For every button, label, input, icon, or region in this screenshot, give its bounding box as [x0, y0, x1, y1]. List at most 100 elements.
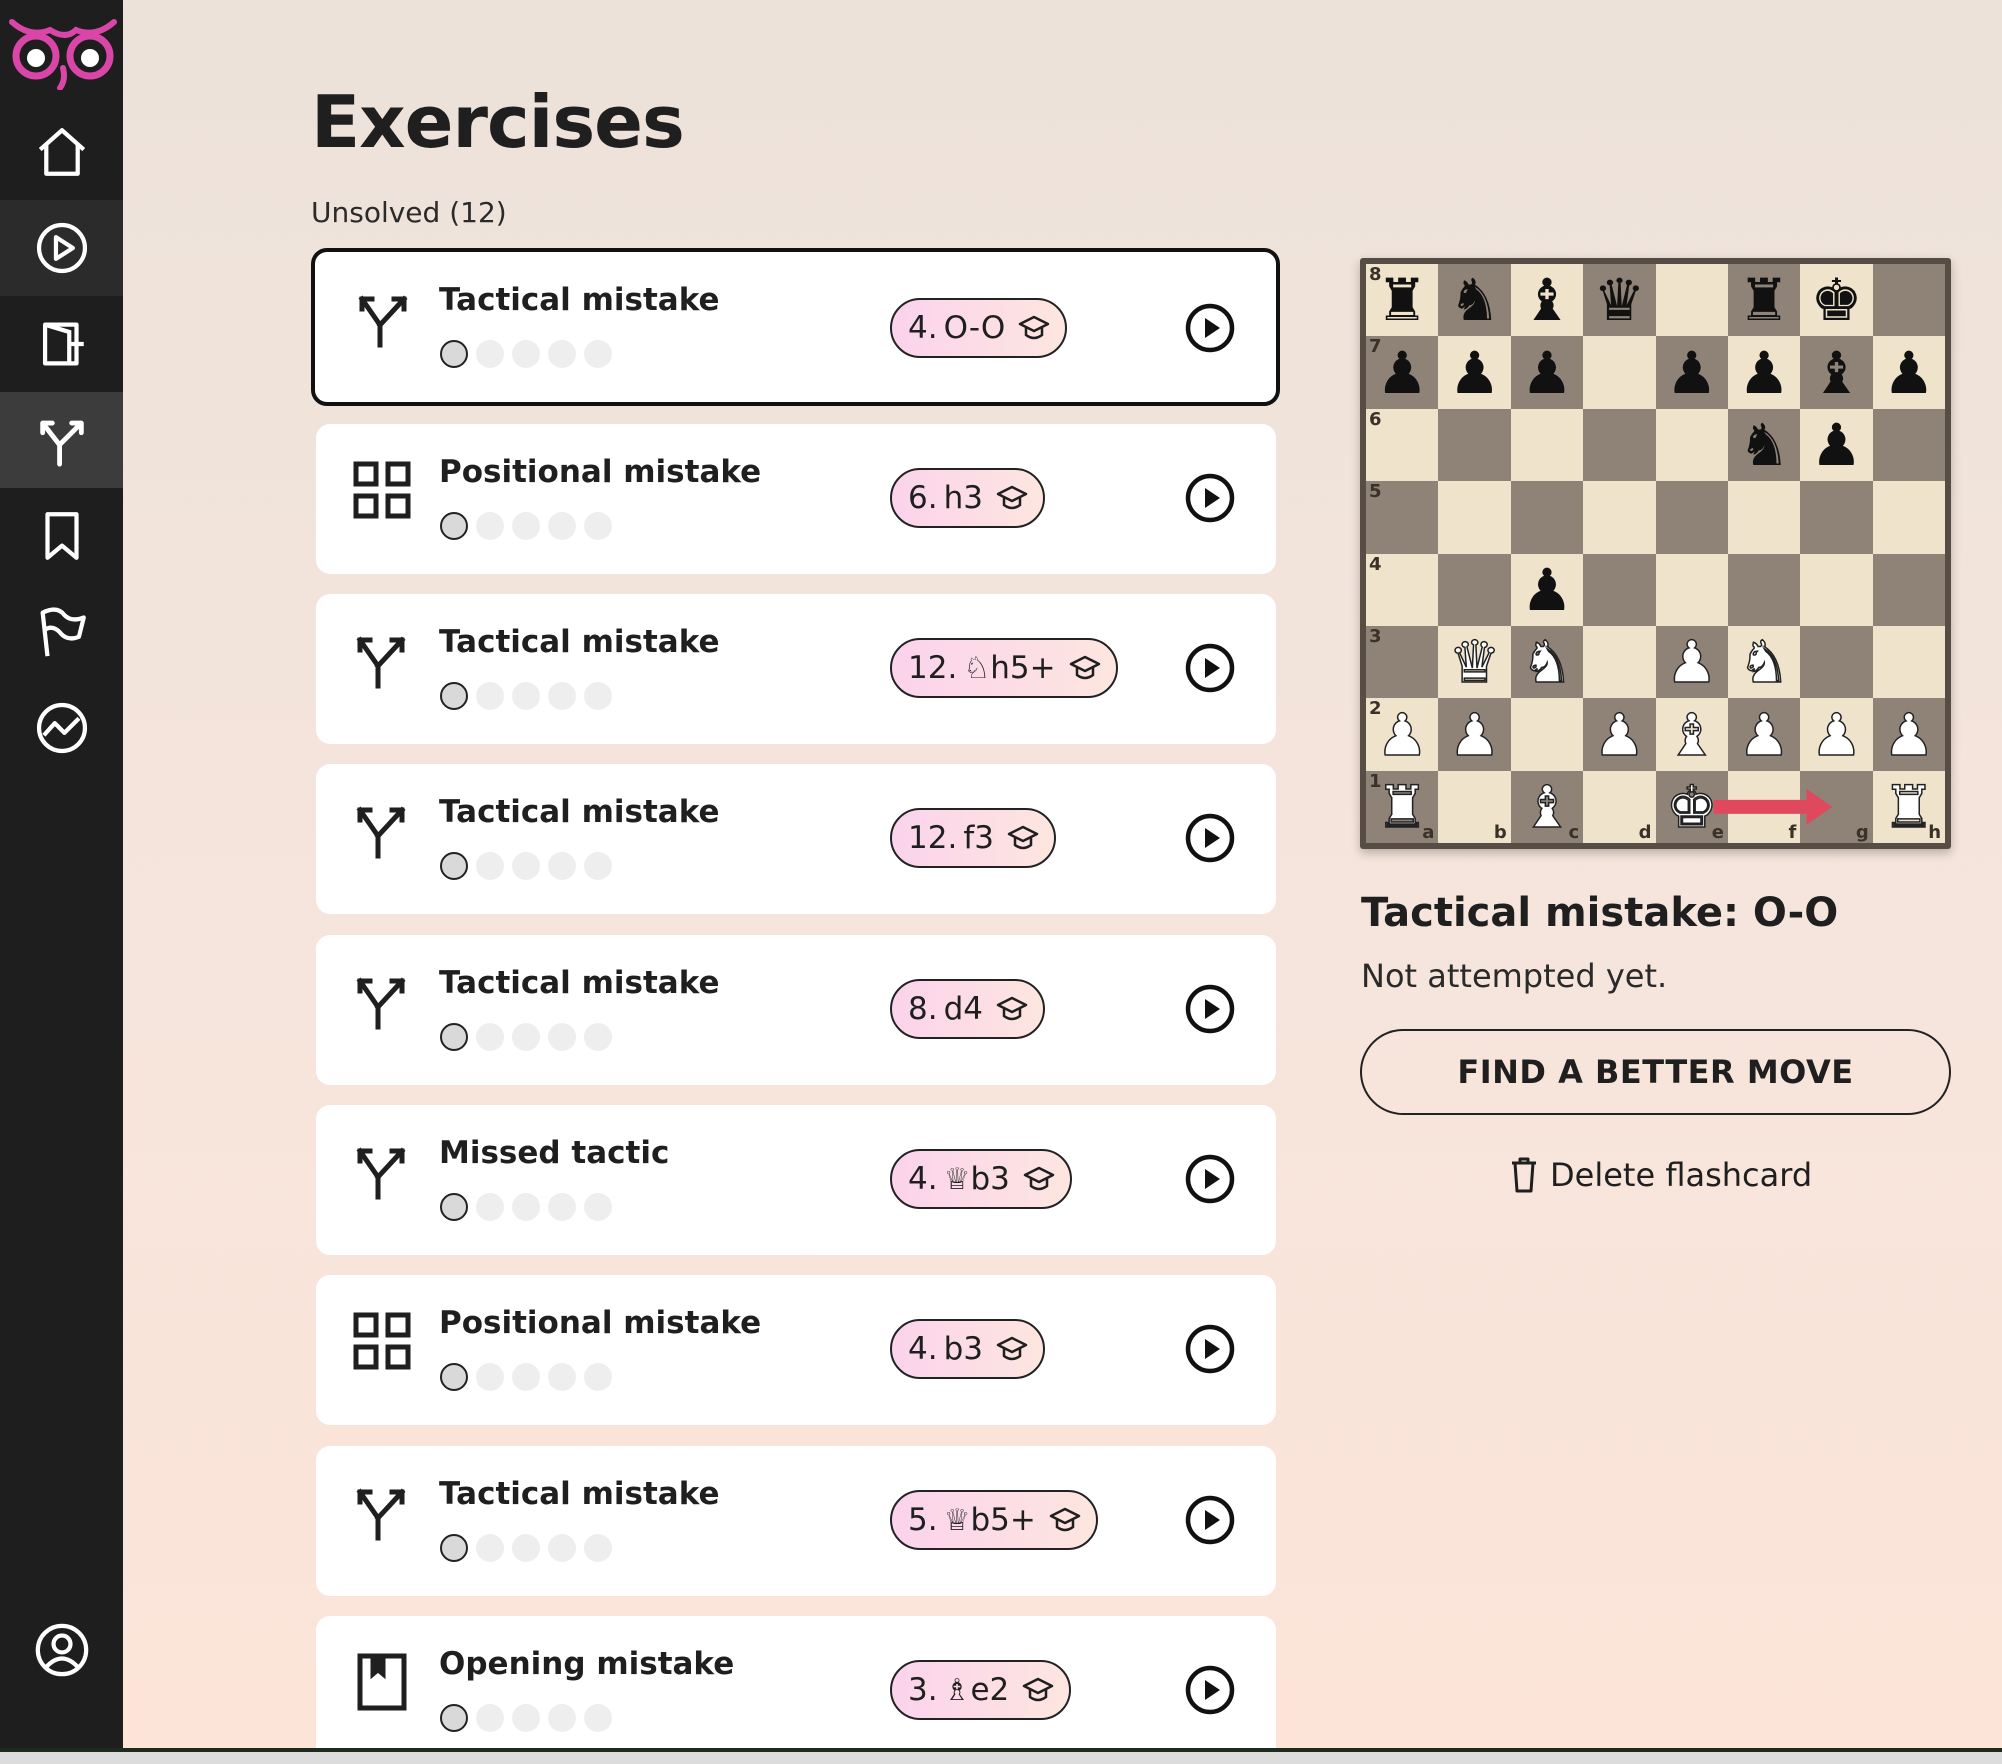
white-piece-p[interactable]: ♟ — [1448, 705, 1502, 765]
black-piece-r[interactable]: ♜ — [1738, 271, 1790, 329]
black-piece-k[interactable]: ♚ — [1811, 271, 1863, 329]
exercise-card[interactable]: Positional mistake 6. h3 — [316, 424, 1276, 574]
square-c4[interactable]: ♟ — [1510, 553, 1584, 626]
black-piece-n[interactable]: ♞ — [1449, 271, 1501, 329]
square-h4[interactable] — [1872, 553, 1946, 626]
move-badge[interactable]: 6. h3 — [890, 468, 1045, 528]
square-f1[interactable]: f — [1727, 770, 1801, 844]
square-c2[interactable] — [1510, 698, 1584, 771]
exercise-card[interactable]: Positional mistake 4. b3 — [316, 1275, 1276, 1425]
square-d7[interactable] — [1583, 336, 1656, 409]
square-h5[interactable] — [1872, 481, 1946, 554]
white-piece-n[interactable]: ♞ — [1520, 632, 1574, 692]
black-piece-p[interactable]: ♟ — [1883, 344, 1935, 402]
square-b6[interactable] — [1438, 408, 1511, 482]
square-b5[interactable] — [1438, 481, 1511, 554]
square-a2[interactable]: 2 ♟ — [1366, 698, 1439, 771]
play-exercise-icon[interactable] — [1184, 302, 1236, 354]
play-exercise-icon[interactable] — [1184, 1494, 1236, 1546]
move-badge[interactable]: 3. ♗ e2 — [890, 1660, 1072, 1720]
black-piece-p[interactable]: ♟ — [1666, 344, 1718, 402]
black-piece-p[interactable]: ♟ — [1521, 561, 1573, 619]
move-badge[interactable]: 4. O-O — [890, 298, 1068, 358]
find-better-move-button[interactable]: FIND A BETTER MOVE — [1360, 1029, 1951, 1115]
nav-exercises[interactable] — [0, 392, 123, 488]
play-exercise-icon[interactable] — [1184, 812, 1236, 864]
nav-goals[interactable] — [0, 584, 123, 680]
square-c3[interactable]: ♞ — [1510, 625, 1584, 699]
nav-play[interactable] — [0, 200, 123, 296]
square-c6[interactable] — [1510, 408, 1584, 482]
square-g4[interactable] — [1800, 553, 1873, 626]
play-exercise-icon[interactable] — [1184, 1323, 1236, 1375]
square-f8[interactable]: ♜ — [1727, 264, 1801, 337]
square-d4[interactable] — [1583, 553, 1656, 626]
nav-home[interactable] — [0, 104, 123, 200]
square-f6[interactable]: ♞ — [1727, 408, 1801, 482]
square-e7[interactable]: ♟ — [1655, 336, 1728, 409]
square-a6[interactable]: 6 — [1366, 408, 1439, 482]
square-b1[interactable]: b — [1438, 770, 1511, 844]
square-a7[interactable]: 7 ♟ — [1366, 336, 1439, 409]
square-h3[interactable] — [1872, 625, 1946, 699]
white-piece-k[interactable]: ♚ — [1665, 777, 1719, 837]
square-d5[interactable] — [1583, 481, 1656, 554]
square-f5[interactable] — [1727, 481, 1801, 554]
white-piece-b[interactable]: ♝ — [1665, 705, 1719, 765]
square-a1[interactable]: 1 a ♜ — [1366, 770, 1439, 844]
nav-insights[interactable] — [0, 680, 123, 776]
black-piece-n[interactable]: ♞ — [1738, 416, 1790, 474]
square-h2[interactable]: ♟ — [1872, 698, 1946, 771]
square-b3[interactable]: ♛ — [1438, 625, 1511, 699]
exercise-card[interactable]: Missed tactic 4. ♕ b3 — [316, 1105, 1276, 1255]
square-h8[interactable] — [1872, 264, 1946, 337]
black-piece-r[interactable]: ♜ — [1376, 271, 1428, 329]
exercise-card[interactable]: Tactical mistake 12. ♘ h5+ — [316, 594, 1276, 744]
exercise-card[interactable]: Tactical mistake 5. ♕ b5+ — [316, 1446, 1276, 1596]
move-badge[interactable]: 12. ♘ h5+ — [890, 638, 1118, 698]
square-h6[interactable] — [1872, 408, 1946, 482]
square-g6[interactable]: ♟ — [1800, 408, 1873, 482]
white-piece-p[interactable]: ♟ — [1737, 705, 1791, 765]
move-badge[interactable]: 12. f3 — [890, 808, 1056, 868]
square-f7[interactable]: ♟ — [1727, 336, 1801, 409]
square-e6[interactable] — [1655, 408, 1728, 482]
square-g2[interactable]: ♟ — [1800, 698, 1873, 771]
square-d6[interactable] — [1583, 408, 1656, 482]
square-f3[interactable]: ♞ — [1727, 625, 1801, 699]
square-e4[interactable] — [1655, 553, 1728, 626]
square-g5[interactable] — [1800, 481, 1873, 554]
exercise-card[interactable]: Tactical mistake 4. O-O — [311, 248, 1280, 406]
white-piece-r[interactable]: ♜ — [1375, 777, 1429, 837]
square-h1[interactable]: h ♜ — [1872, 770, 1946, 844]
square-c5[interactable] — [1510, 481, 1584, 554]
play-exercise-icon[interactable] — [1184, 472, 1236, 524]
owl-logo[interactable] — [8, 16, 118, 91]
black-piece-p[interactable]: ♟ — [1376, 344, 1428, 402]
square-f2[interactable]: ♟ — [1727, 698, 1801, 771]
square-a5[interactable]: 5 — [1366, 481, 1439, 554]
square-g3[interactable] — [1800, 625, 1873, 699]
square-d1[interactable]: d — [1583, 770, 1656, 844]
white-piece-p[interactable]: ♟ — [1882, 705, 1936, 765]
move-badge[interactable]: 5. ♕ b5+ — [890, 1490, 1098, 1550]
square-a4[interactable]: 4 — [1366, 553, 1439, 626]
square-b7[interactable]: ♟ — [1438, 336, 1511, 409]
black-piece-p[interactable]: ♟ — [1521, 344, 1573, 402]
black-piece-b[interactable]: ♝ — [1811, 344, 1863, 402]
square-b2[interactable]: ♟ — [1438, 698, 1511, 771]
move-badge[interactable]: 8. d4 — [890, 979, 1045, 1039]
square-a8[interactable]: 8 ♜ — [1366, 264, 1439, 337]
white-piece-p[interactable]: ♟ — [1375, 705, 1429, 765]
nav-import[interactable] — [0, 296, 123, 392]
square-e8[interactable] — [1655, 264, 1728, 337]
board-grid[interactable]: 8 ♜ ♞ ♝ ♛ ♜ ♚ 7 ♟ ♟ ♟ ♟ ♟ ♝ ♟ 6 ♞ ♟ 5 4 ♟ 3 ♛ ♞ ♟ ♞ 2 ♟ ♟ ♟ ♝ ♟ ♟ ♟ 1 a ♜ b c ♝… — [1366, 264, 1946, 844]
square-d8[interactable]: ♛ — [1583, 264, 1656, 337]
white-piece-q[interactable]: ♛ — [1448, 632, 1502, 692]
white-piece-r[interactable]: ♜ — [1882, 777, 1936, 837]
play-exercise-icon[interactable] — [1184, 1664, 1236, 1716]
move-badge[interactable]: 4. b3 — [890, 1319, 1045, 1379]
square-g1[interactable]: g — [1800, 770, 1873, 844]
square-e3[interactable]: ♟ — [1655, 625, 1728, 699]
black-piece-b[interactable]: ♝ — [1521, 271, 1573, 329]
